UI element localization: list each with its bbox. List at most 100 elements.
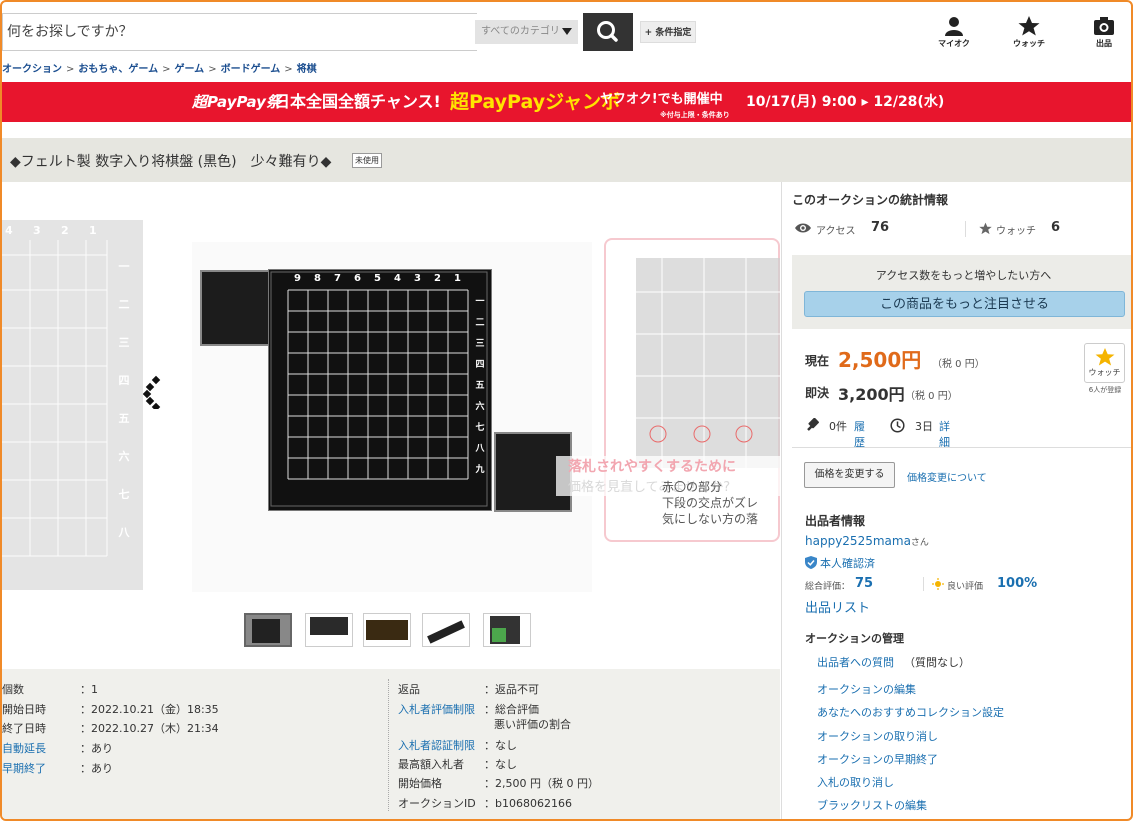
row-kanji: 九 xyxy=(475,465,485,475)
breadcrumb-link[interactable]: オークション xyxy=(2,64,62,75)
watch-link[interactable]: ウォッチ xyxy=(1004,16,1054,49)
col-number: 4 xyxy=(394,273,401,284)
shield-check-icon xyxy=(805,556,817,569)
next-image-grid xyxy=(636,258,780,468)
price-change-help-link[interactable]: 価格変更について xyxy=(907,469,987,484)
row-kanji: 八 xyxy=(475,444,485,454)
star-icon xyxy=(979,222,992,235)
image-gallery: 4 3 2 1 一 二 三 四 五 六 七 八 9 8 7 6 5 4 3 2 … xyxy=(2,182,780,612)
col-number: 6 xyxy=(354,273,361,284)
total-rating-label: 総合評価： xyxy=(805,582,851,592)
search-input[interactable] xyxy=(3,14,469,50)
buyout-price-tax: （税 0 円） xyxy=(905,391,958,402)
change-price-button[interactable]: 価格を変更する xyxy=(804,462,895,488)
row-kanji: 七 xyxy=(118,488,130,501)
buyout-price: 3,200円 xyxy=(838,385,905,404)
question-link[interactable]: 出品者への質問 xyxy=(817,654,894,670)
search-button[interactable] xyxy=(583,13,633,51)
seller-name-link[interactable]: happy2525mama xyxy=(805,534,911,548)
col-number: 7 xyxy=(334,273,341,284)
recommend-collection-link[interactable]: あなたへのおすすめコレクション設定 xyxy=(817,704,1004,720)
row-kanji: 二 xyxy=(475,318,485,328)
item-title: ◆フェルト製 数字入り将棋盤 (黒色) 少々難有り◆ xyxy=(10,154,332,170)
breadcrumb-link[interactable]: ボードゲーム xyxy=(221,64,281,75)
edit-auction-link[interactable]: オークションの編集 xyxy=(817,681,916,697)
piece-stand-left xyxy=(200,270,276,346)
bid-history-link[interactable]: 履歴 xyxy=(854,418,865,450)
row-kanji: 二 xyxy=(118,298,130,311)
banner-campaign: 超PayPayジャンボ xyxy=(450,91,621,113)
current-price-label: 現在 xyxy=(805,354,830,368)
column-divider xyxy=(781,182,782,819)
previous-board-rows: 一 二 三 四 五 六 七 八 xyxy=(116,248,132,552)
detail-value: ：b1068062166 xyxy=(484,797,572,810)
detail-label-link[interactable]: 自動延長 xyxy=(2,740,46,756)
breadcrumb-link[interactable]: おもちゃ、ゲーム xyxy=(78,64,158,75)
detail-label-link[interactable]: 入札者評価制限 xyxy=(398,701,475,717)
prev-image-arrow-icon[interactable] xyxy=(143,375,167,409)
col-number: 9 xyxy=(294,273,301,284)
cancel-bid-link[interactable]: 入札の取り消し xyxy=(817,774,894,790)
search-box[interactable] xyxy=(2,13,477,51)
thumbnail-1[interactable] xyxy=(244,613,292,647)
detail-value: ：2022.10.21（金）18:35 xyxy=(80,703,219,716)
stat-divider xyxy=(965,221,966,237)
thumbnail-2[interactable] xyxy=(305,613,353,647)
banner-note: ※付与上限・条件あり xyxy=(660,111,730,119)
time-detail-link[interactable]: 詳細 xyxy=(939,418,950,450)
watch-button[interactable]: ウォッチ xyxy=(1084,343,1125,383)
cancel-auction-link[interactable]: オークションの取り消し xyxy=(817,728,938,744)
detail-value: ：総合評価 xyxy=(484,703,539,716)
row-kanji: 七 xyxy=(475,423,485,433)
detail-value: 悪い評価の割合 xyxy=(494,718,571,731)
image-caption: 下段の交点がズレ xyxy=(662,496,759,510)
seller-items-link[interactable]: 出品リスト xyxy=(805,597,870,616)
detail-label-link[interactable]: 入札者認証制限 xyxy=(398,737,475,753)
chevron-down-icon xyxy=(562,28,572,35)
promote-button[interactable]: この商品をもっと注目させる xyxy=(804,291,1125,317)
access-label: アクセス xyxy=(816,226,856,237)
rating-divider xyxy=(923,577,924,591)
search-icon xyxy=(597,21,618,42)
row-kanji: 五 xyxy=(118,412,130,425)
sell-link[interactable]: 出品 xyxy=(1079,16,1129,49)
detail-value: ：返品不可 xyxy=(484,683,539,696)
myauction-link[interactable]: マイオク xyxy=(929,16,979,49)
col-number: 2 xyxy=(61,224,69,237)
detail-label: 最高額入札者 xyxy=(398,758,464,771)
board-column-numbers: 9 8 7 6 5 4 3 2 1 xyxy=(288,273,468,287)
condition-badge: 未使用 xyxy=(352,153,382,168)
detail-label-link[interactable]: 早期終了 xyxy=(2,760,46,776)
thumbnail-3[interactable] xyxy=(363,613,411,647)
early-end-link[interactable]: オークションの早期終了 xyxy=(817,751,938,767)
detail-label: 終了日時 xyxy=(2,722,46,735)
seller-name-row: happy2525mamaさん xyxy=(805,534,929,548)
campaign-banner[interactable]: 超PayPay祭 日本全国全額チャンス! 超PayPayジャンボ ヤフオク!でも… xyxy=(2,82,1131,122)
thumbnail-5[interactable] xyxy=(483,613,531,647)
good-rating-label: 良い評価 xyxy=(947,582,984,592)
category-select[interactable]: すべてのカテゴリ xyxy=(475,20,578,44)
col-number: 1 xyxy=(89,224,97,237)
condition-button[interactable]: + 条件指定 xyxy=(640,21,696,43)
item-details xyxy=(2,669,780,819)
current-price: 2,500円 xyxy=(838,348,922,372)
row-kanji: 一 xyxy=(118,260,130,273)
detail-value: ：あり xyxy=(80,742,113,755)
blacklist-link[interactable]: ブラックリストの編集 xyxy=(817,797,927,813)
gavel-icon xyxy=(807,418,819,431)
thumbnail-4[interactable] xyxy=(422,613,470,647)
seller-heading: 出品者情報 xyxy=(805,514,866,528)
breadcrumb-link[interactable]: 将棋 xyxy=(297,64,317,75)
row-kanji: 四 xyxy=(118,374,130,387)
board-row-kanji: 一 二 三 四 五 六 七 八 九 xyxy=(472,292,488,481)
row-kanji: 三 xyxy=(118,336,130,349)
row-kanji: 八 xyxy=(118,526,130,539)
detail-value: ：なし xyxy=(484,758,517,771)
breadcrumb-link[interactable]: ゲーム xyxy=(174,64,204,75)
star-icon xyxy=(1018,16,1040,36)
clock-icon xyxy=(890,418,905,433)
star-icon-label: ウォッチ xyxy=(1013,39,1045,48)
total-rating-value[interactable]: 75 xyxy=(855,576,873,591)
detail-value: ：2,500 円（税 0 円） xyxy=(484,777,599,790)
banner-logo: 超PayPay祭 xyxy=(192,93,281,111)
